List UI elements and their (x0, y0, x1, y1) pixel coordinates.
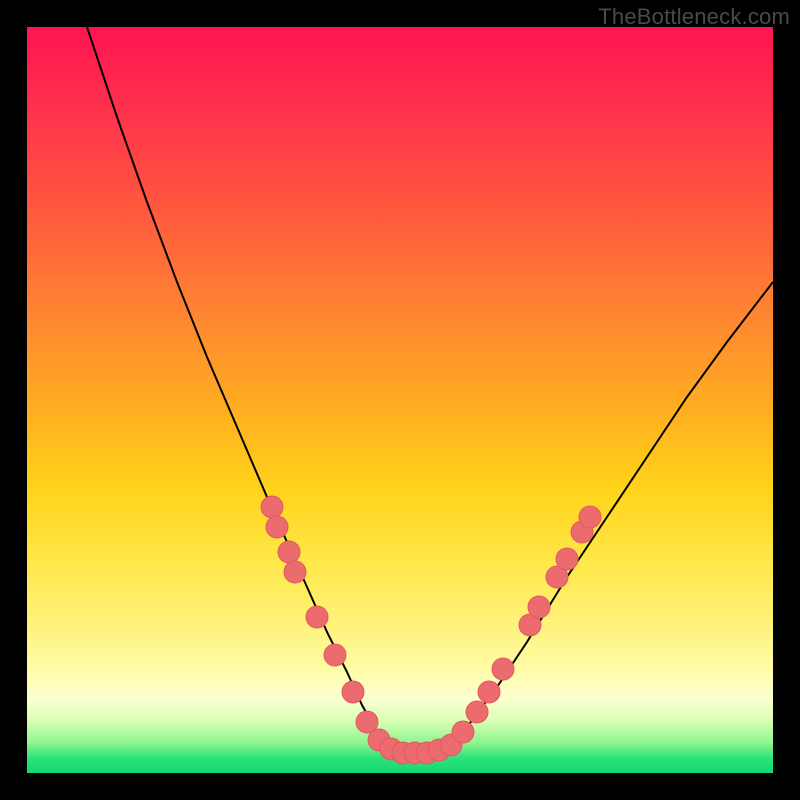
curve-marker (492, 658, 514, 680)
curve-marker (579, 506, 601, 528)
curve-marker (452, 721, 474, 743)
curve-marker (528, 596, 550, 618)
curve-marker (466, 701, 488, 723)
watermark-label: TheBottleneck.com (598, 4, 790, 30)
curve-marker (342, 681, 364, 703)
curve-marker (261, 496, 283, 518)
curve-marker (266, 516, 288, 538)
chart-frame: TheBottleneck.com (0, 0, 800, 800)
curve-marker (306, 606, 328, 628)
curve-path (87, 27, 773, 753)
curve-marker (324, 644, 346, 666)
curve-marker (478, 681, 500, 703)
curve-markers (261, 496, 601, 764)
chart-overlay (27, 27, 773, 773)
curve-marker (278, 541, 300, 563)
curve-marker (284, 561, 306, 583)
curve-series (87, 27, 773, 753)
curve-marker (556, 548, 578, 570)
